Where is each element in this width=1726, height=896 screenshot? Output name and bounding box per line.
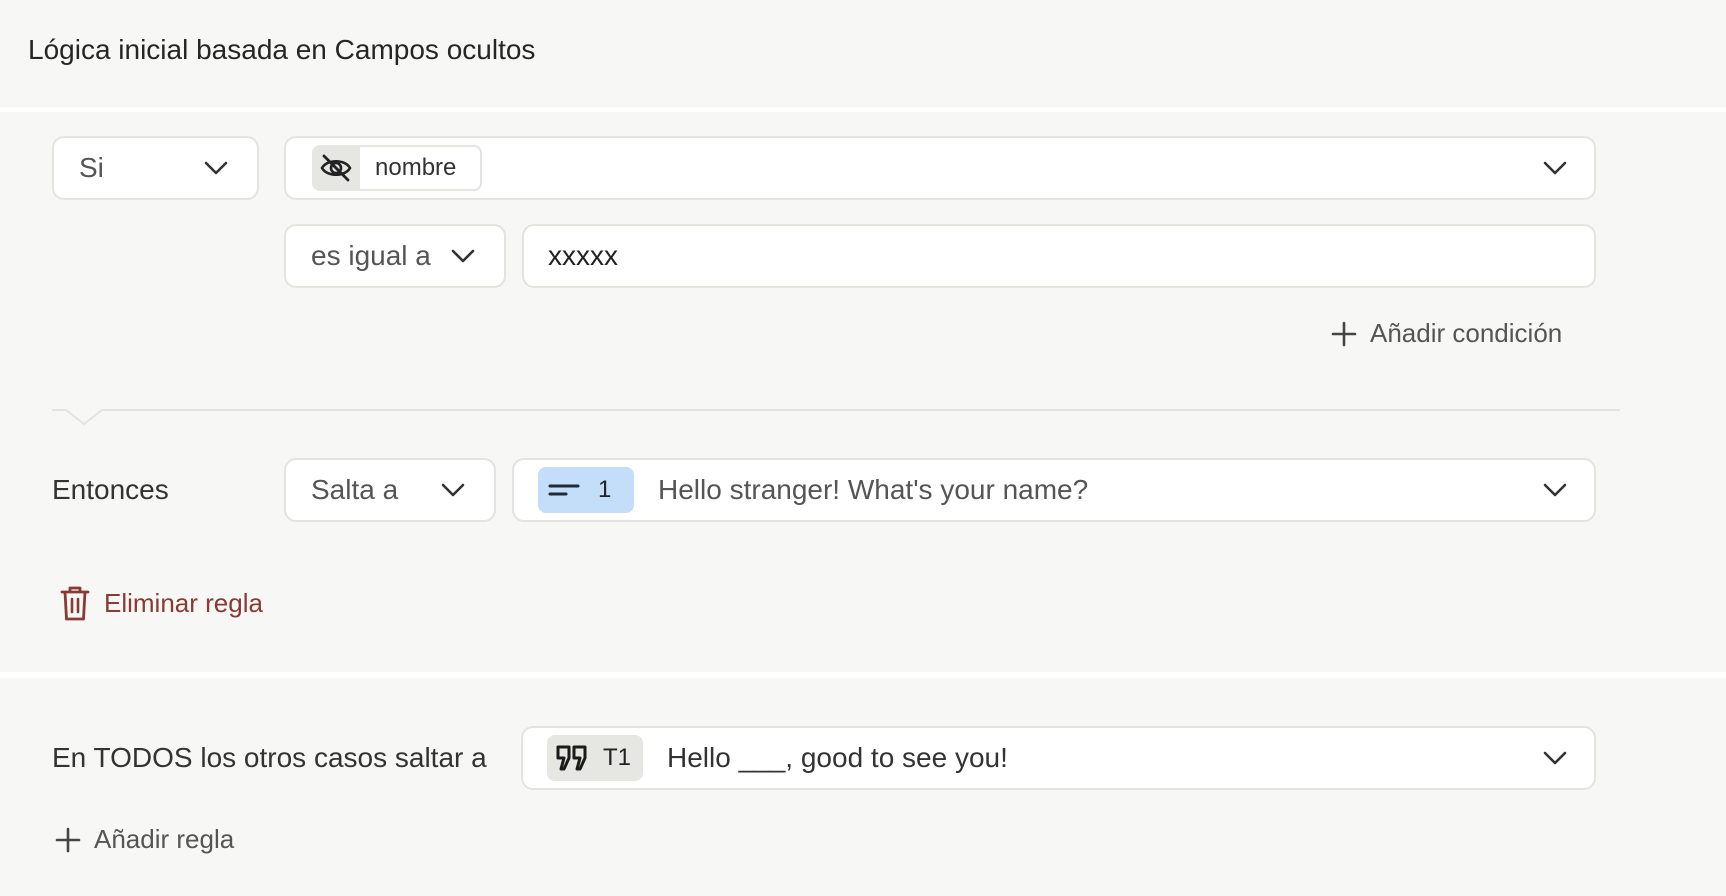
chevron-down-icon [204, 161, 228, 175]
chevron-down-icon [1543, 751, 1567, 765]
operator-dropdown-label: es igual a [311, 240, 431, 271]
add-condition-button[interactable]: Añadir condición [1330, 318, 1562, 349]
fallback-chip: T1 [547, 735, 643, 781]
quote-icon [556, 745, 587, 771]
target-question-dropdown[interactable]: 1 Hello stranger! What's your name? [512, 458, 1596, 522]
condition-value-text: xxxxx [548, 240, 618, 271]
operator-dropdown[interactable]: es igual a [284, 224, 506, 288]
trash-icon [60, 586, 90, 621]
divider [52, 409, 1620, 411]
action-dropdown[interactable]: Salta a [284, 458, 496, 522]
add-rule-label: Añadir regla [94, 824, 235, 854]
eye-off-icon [320, 154, 352, 182]
plus-icon [1331, 321, 1357, 346]
chevron-down-icon [441, 483, 465, 497]
fallback-target-dropdown[interactable]: T1 Hello ___, good to see you! [521, 726, 1596, 790]
if-dropdown[interactable]: Si [52, 136, 259, 200]
short-text-icon [548, 484, 580, 496]
add-rule-button[interactable]: Añadir regla [54, 824, 234, 855]
chevron-down-icon [1543, 161, 1567, 175]
field-chip-icon-box [312, 145, 360, 191]
target-question-text: Hello stranger! What's your name? [658, 474, 1089, 505]
plus-icon [55, 827, 81, 852]
add-condition-label: Añadir condición [1370, 318, 1563, 348]
header: Lógica inicial basada en Campos ocultos [0, 0, 1726, 107]
fallback-label: En TODOS los otros casos saltar a [52, 742, 487, 773]
delete-rule-label: Eliminar regla [104, 587, 263, 618]
then-label: Entonces [52, 474, 169, 505]
delete-rule-button[interactable]: Eliminar regla [58, 584, 263, 622]
page-title: Lógica inicial basada en Campos ocultos [28, 34, 536, 65]
field-chip-label: nombre [375, 154, 457, 181]
question-chip-number: 1 [598, 476, 612, 503]
hidden-field-dropdown[interactable]: nombre [284, 136, 1596, 200]
condition-value-input[interactable]: xxxxx [522, 224, 1596, 288]
fallback-target-text: Hello ___, good to see you! [667, 742, 1008, 773]
action-dropdown-label: Salta a [311, 474, 399, 505]
if-dropdown-label: Si [79, 152, 104, 183]
fallback-chip-number: T1 [603, 744, 632, 771]
field-chip: nombre [312, 145, 482, 191]
divider-notch [65, 406, 103, 426]
chevron-down-icon [1543, 483, 1567, 497]
question-chip: 1 [538, 467, 634, 513]
chevron-down-icon [451, 249, 475, 263]
